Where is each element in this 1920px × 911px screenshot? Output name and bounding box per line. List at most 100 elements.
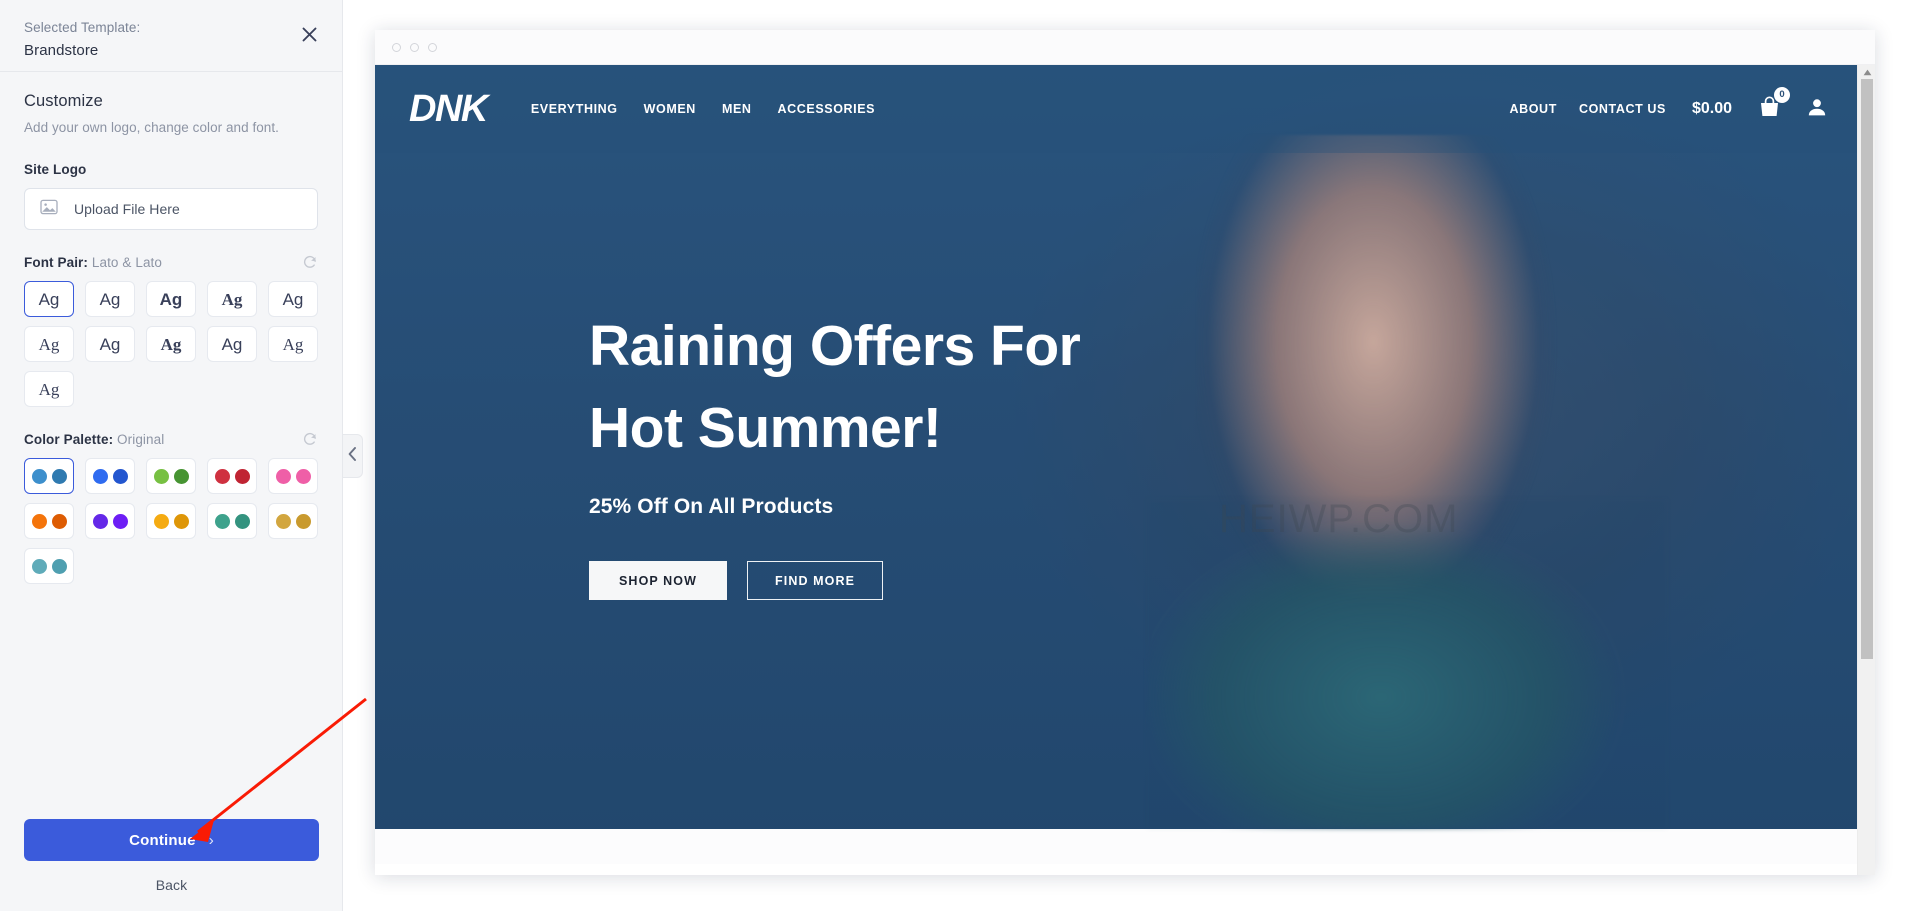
font-sample-text: Ag (38, 379, 60, 399)
nav-link[interactable]: EVERYTHING (531, 102, 618, 116)
palette-dots (214, 468, 250, 484)
font-sample-text: Ag (282, 289, 304, 309)
font-pair-option[interactable]: Ag (207, 281, 257, 317)
font-sample-text: Ag (221, 289, 243, 309)
upload-file-button[interactable]: Upload File Here (24, 188, 318, 230)
primary-nav: EVERYTHING WOMEN MEN ACCESSORIES (531, 102, 875, 116)
font-pair-option[interactable]: Ag (268, 326, 318, 362)
nav-link-secondary[interactable]: ABOUT (1509, 102, 1556, 116)
shop-now-button[interactable]: SHOP NOW (589, 561, 728, 600)
palette-dot (51, 468, 67, 484)
palette-dot (153, 513, 169, 529)
font-pair-value: Lato & Lato (91, 254, 163, 270)
palette-dot (51, 513, 67, 529)
scrollbar-thumb[interactable] (1861, 79, 1873, 659)
cart-button[interactable]: 0 (1758, 86, 1790, 123)
preview-scrollbar[interactable] (1857, 65, 1875, 875)
color-palette-option[interactable] (207, 503, 257, 539)
palette-dot (92, 468, 108, 484)
hero-cta-group: SHOP NOW FIND MORE (589, 561, 1289, 600)
font-pair-option[interactable]: Ag (146, 326, 196, 362)
window-dot-3 (428, 42, 437, 52)
palette-dot (275, 513, 291, 529)
font-pair-option[interactable]: Ag (24, 281, 74, 317)
palette-dot (173, 468, 189, 484)
app-root: Selected Template: Brandstore Customize … (0, 0, 1920, 911)
font-pair-option[interactable]: Ag (85, 326, 135, 362)
palette-dot (234, 468, 250, 484)
palette-dot (173, 513, 189, 529)
continue-button-label: Continue (129, 831, 196, 849)
palette-dot (214, 513, 230, 529)
color-palette-option[interactable] (268, 458, 318, 494)
font-pair-key: Font Pair: (24, 254, 88, 270)
palette-dots (31, 513, 67, 529)
palette-dots (275, 468, 311, 484)
font-pair-label: Font Pair: Lato & Lato (24, 255, 162, 270)
find-more-button[interactable]: FIND MORE (747, 561, 884, 600)
font-pair-option[interactable]: Ag (24, 326, 74, 362)
user-icon[interactable] (1807, 97, 1827, 122)
color-palette-option[interactable] (268, 503, 318, 539)
palette-dots (92, 513, 128, 529)
site-preview: DNK EVERYTHING WOMEN MEN ACCESSORIES ABOUT C… (375, 65, 1857, 875)
color-palette-label: Color Palette: Original (24, 432, 164, 447)
window-dot-2 (410, 42, 419, 52)
site-below-fold (375, 864, 1857, 875)
palette-dot (295, 513, 311, 529)
nav-link-secondary[interactable]: CONTACT US (1579, 102, 1666, 116)
palette-dots (275, 513, 311, 529)
hero-title-line-1: Raining Offers For (589, 314, 1081, 378)
font-pair-grid: Ag Ag Ag Ag Ag Ag Ag Ag Ag Ag Ag (24, 281, 318, 407)
refresh-icon[interactable] (302, 431, 318, 447)
color-palette-option[interactable] (24, 548, 74, 584)
continue-button[interactable]: Continue › (24, 819, 319, 861)
refresh-icon[interactable] (302, 254, 318, 270)
browser-titlebar (375, 30, 1875, 65)
palette-dots (214, 513, 250, 529)
caret-up-icon[interactable] (1858, 65, 1875, 79)
palette-dot (112, 468, 128, 484)
palette-dots (92, 468, 128, 484)
sidebar-footer: Continue › Back (0, 819, 343, 911)
color-palette-key: Color Palette: (24, 431, 114, 447)
font-pair-option[interactable]: Ag (146, 281, 196, 317)
font-sample-text: Ag (221, 334, 243, 354)
back-link[interactable]: Back (24, 877, 319, 893)
font-sample-text: Ag (159, 289, 183, 309)
color-palette-option[interactable] (85, 503, 135, 539)
font-pair-option[interactable]: Ag (85, 281, 135, 317)
sidebar-header: Selected Template: Brandstore (0, 0, 342, 72)
template-preview-area: DNK EVERYTHING WOMEN MEN ACCESSORIES ABOUT C… (343, 0, 1920, 911)
hero-subtitle: 25% Off On All Products (589, 495, 834, 518)
color-palette-option[interactable] (24, 458, 74, 494)
palette-dot (153, 468, 169, 484)
hero-section: DNK EVERYTHING WOMEN MEN ACCESSORIES ABOUT C… (375, 65, 1857, 829)
color-palette-option[interactable] (24, 503, 74, 539)
font-sample-text: Ag (99, 289, 121, 309)
site-logo[interactable]: DNK (407, 88, 488, 131)
color-palette-option[interactable] (85, 458, 135, 494)
color-palette-option[interactable] (146, 503, 196, 539)
font-sample-text: Ag (38, 289, 60, 309)
close-icon[interactable] (296, 21, 322, 47)
shopping-bag-icon (1758, 95, 1781, 122)
palette-dot (31, 558, 47, 574)
sidebar-collapse-handle[interactable] (343, 434, 363, 478)
selected-template-name: Brandstore (24, 42, 99, 59)
palette-dot (51, 558, 67, 574)
font-sample-text: Ag (160, 334, 182, 354)
color-palette-option[interactable] (146, 458, 196, 494)
chevron-right-icon: › (208, 831, 214, 849)
font-pair-option[interactable]: Ag (207, 326, 257, 362)
font-pair-option[interactable]: Ag (24, 371, 74, 407)
nav-link[interactable]: WOMEN (644, 102, 696, 116)
font-pair-option[interactable]: Ag (268, 281, 318, 317)
secondary-nav-links: ABOUT CONTACT US (1509, 102, 1665, 116)
palette-dots (31, 558, 67, 574)
nav-link[interactable]: ACCESSORIES (778, 102, 876, 116)
chevron-left-icon (348, 446, 357, 466)
nav-link[interactable]: MEN (722, 102, 752, 116)
palette-dot (295, 468, 311, 484)
color-palette-option[interactable] (207, 458, 257, 494)
